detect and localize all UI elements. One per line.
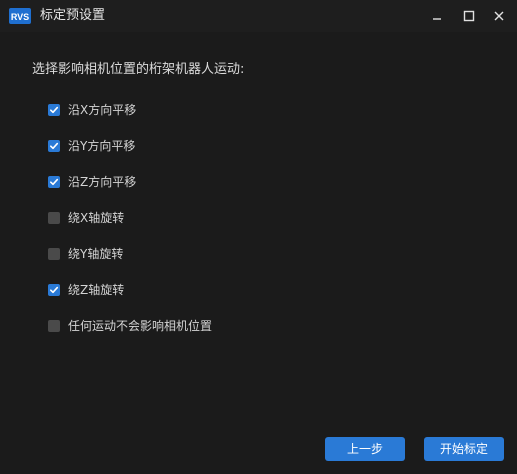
option-translate-y[interactable]: 沿Y方向平移	[48, 136, 135, 156]
checkbox[interactable]	[48, 212, 60, 224]
checkmark-icon	[49, 286, 59, 294]
checkbox[interactable]	[48, 140, 60, 152]
dialog-content: 选择影响相机位置的桁架机器人运动: 沿X方向平移 沿Y方向平移 沿Z方向平移 绕…	[0, 32, 517, 474]
minimize-button[interactable]	[427, 6, 447, 26]
checkmark-icon	[49, 106, 59, 114]
maximize-button[interactable]	[459, 6, 479, 26]
option-translate-z[interactable]: 沿Z方向平移	[48, 172, 136, 192]
window-title: 标定预设置	[40, 8, 106, 23]
checkmark-icon	[49, 178, 59, 186]
motion-prompt: 选择影响相机位置的桁架机器人运动:	[32, 62, 245, 77]
start-calibration-button[interactable]: 开始标定	[424, 437, 504, 461]
option-no-motion[interactable]: 任何运动不会影响相机位置	[48, 316, 212, 336]
option-label: 沿X方向平移	[68, 103, 137, 117]
checkbox[interactable]	[48, 320, 60, 332]
option-label: 绕X轴旋转	[68, 211, 125, 225]
option-label: 任何运动不会影响相机位置	[68, 319, 213, 333]
close-button[interactable]	[489, 6, 509, 26]
rvs-logo: RVS	[9, 8, 31, 24]
option-label: 沿Z方向平移	[68, 175, 137, 189]
close-icon	[494, 11, 504, 21]
svg-text:RVS: RVS	[11, 12, 29, 22]
option-label: 沿Y方向平移	[68, 139, 136, 153]
option-translate-x[interactable]: 沿X方向平移	[48, 100, 136, 120]
checkbox[interactable]	[48, 284, 60, 296]
title-bar: RVS 标定预设置	[0, 0, 517, 32]
checkbox[interactable]	[48, 176, 60, 188]
back-button[interactable]: 上一步	[325, 437, 405, 461]
option-rotate-x[interactable]: 绕X轴旋转	[48, 208, 124, 228]
option-label: 绕Z轴旋转	[68, 283, 125, 297]
calibration-preset-dialog: RVS 标定预设置 选择影响相机位置的桁架机器人运动: 沿X方向平移 沿Y方向平…	[0, 0, 517, 474]
checkmark-icon	[49, 142, 59, 150]
option-rotate-y[interactable]: 绕Y轴旋转	[48, 244, 123, 264]
option-rotate-z[interactable]: 绕Z轴旋转	[48, 280, 124, 300]
checkbox[interactable]	[48, 104, 60, 116]
minimize-icon	[433, 18, 441, 20]
option-label: 绕Y轴旋转	[68, 247, 124, 261]
maximize-icon	[463, 10, 475, 22]
checkbox[interactable]	[48, 248, 60, 260]
